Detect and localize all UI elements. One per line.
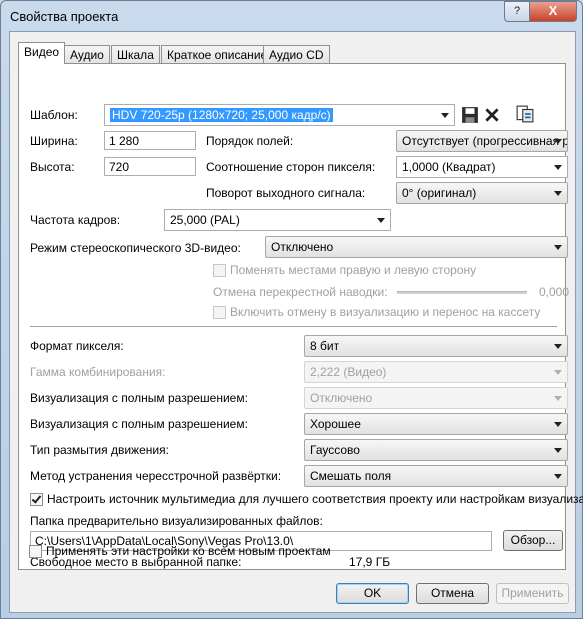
pixel-format-combo[interactable]: 8 бит [304,335,568,357]
rotation-combo[interactable]: 0° (оригинал) [396,182,568,204]
gamma-label: Гамма комбинирования: [30,365,166,379]
apply-button[interactable]: Применить [496,583,569,604]
chevron-down-icon [554,422,562,427]
stereo3d-label: Режим стереоскопического 3D-видео: [30,241,241,255]
frame-rate-combo[interactable]: 25,000 (PAL) [164,209,391,231]
deinterlace-label: Метод устранения чересстрочной развёртки… [30,469,282,483]
tab-video[interactable]: Видео [18,42,66,64]
field-order-value: Отсутствует (прогрессивная р [402,134,568,148]
pixel-format-value: 8 бит [310,339,340,353]
apply-all-label: Применять эти настройки ко всем новым пр… [46,544,331,558]
width-input[interactable]: 1 280 [104,131,196,150]
tab-audio[interactable]: Аудио [64,45,110,64]
delete-icon[interactable] [483,106,501,124]
crosstalk-slider[interactable] [397,291,527,294]
crosstalk-label: Отмена перекрестной наводки: [213,285,388,299]
pixel-format-label: Формат пикселя: [30,339,124,353]
full-res-2-combo[interactable]: Хорошее [304,413,568,435]
tab-summary[interactable]: Краткое описание [161,45,274,64]
gamma-value: 2,222 (Видео) [310,365,387,379]
window-title: Свойства проекта [10,9,119,24]
chevron-down-icon [441,113,449,118]
motion-blur-combo[interactable]: Гауссово [304,439,568,461]
dialog-client: Видео Аудио Шкала Краткое описание Аудио… [9,31,583,613]
full-res-1-value: Отключено [310,391,373,405]
help-button[interactable]: ? [504,1,530,22]
free-space-value: 17,9 ГБ [349,555,391,569]
chevron-down-icon [554,165,562,170]
apply-all-checkbox[interactable] [29,545,42,558]
enable-crosstalk-label: Включить отмену в визуализацию и перенос… [230,305,541,319]
full-res-1-combo[interactable]: Отключено [304,387,568,409]
chevron-down-icon [554,344,562,349]
chevron-down-icon [554,245,562,250]
divider [30,326,557,327]
motion-blur-value: Гауссово [310,443,360,457]
match-media-icon[interactable] [516,105,534,123]
save-icon[interactable] [461,106,479,124]
frame-rate-label: Частота кадров: [30,213,121,227]
chevron-down-icon [554,139,562,144]
full-res-1-label: Визуализация с полным разрешением: [30,391,248,405]
deinterlace-value: Смешать поля [310,469,392,483]
pixel-aspect-value: 1,0000 (Квадрат) [402,160,496,174]
video-tab-panel: Шаблон: HDV 720-25p (1280x720; 25,000 ка… [18,63,583,570]
template-label: Шаблон: [30,108,78,122]
cancel-button[interactable]: Отмена [416,583,489,604]
field-order-combo[interactable]: Отсутствует (прогрессивная р [396,130,568,152]
template-value: HDV 720-25p (1280x720; 25,000 кадр/с) [110,108,333,122]
chevron-down-icon [377,218,385,223]
swap-sides-label: Поменять местами правую и левую сторону [230,263,477,277]
height-label: Высота: [30,160,75,174]
adjust-source-label: Настроить источник мультимедиа для лучше… [47,492,583,506]
stereo3d-combo[interactable]: Отключено [265,236,568,258]
template-combo[interactable]: HDV 720-25p (1280x720; 25,000 кадр/с) [104,104,455,126]
project-properties-window: Свойства проекта ? X Видео Аудио Шкала К… [0,0,583,619]
title-bar: Свойства проекта ? X [1,1,582,31]
adjust-source-checkbox[interactable] [30,493,43,506]
browse-button[interactable]: Обзор... [503,530,563,551]
enable-crosstalk-checkbox[interactable] [213,306,226,319]
gamma-combo[interactable]: 2,222 (Видео) [304,361,568,383]
field-order-label: Порядок полей: [206,134,294,148]
full-res-2-label: Визуализация с полным разрешением: [30,417,248,431]
rotation-label: Поворот выходного сигнала: [206,186,366,200]
ok-button[interactable]: OK [336,583,409,604]
crosstalk-value: 0,000 [539,285,570,299]
rotation-value: 0° (оригинал) [402,186,477,200]
width-label: Ширина: [30,134,78,148]
chevron-down-icon [554,191,562,196]
height-input[interactable]: 720 [104,157,196,176]
tab-audio-cd[interactable]: Аудио CD [263,45,330,64]
prerender-label: Папка предварительно визуализированных ф… [30,514,323,528]
motion-blur-label: Тип размытия движения: [30,443,169,457]
chevron-down-icon [554,448,562,453]
close-button[interactable]: X [529,1,577,22]
chevron-down-icon [554,396,562,401]
deinterlace-combo[interactable]: Смешать поля [304,465,568,487]
chevron-down-icon [554,474,562,479]
chevron-down-icon [554,370,562,375]
tab-ruler[interactable]: Шкала [111,45,160,64]
full-res-2-value: Хорошее [310,417,361,431]
frame-rate-value: 25,000 (PAL) [170,213,240,227]
swap-sides-checkbox[interactable] [213,264,226,277]
stereo3d-value: Отключено [271,240,334,254]
pixel-aspect-label: Соотношение сторон пикселя: [206,160,376,174]
pixel-aspect-combo[interactable]: 1,0000 (Квадрат) [396,156,568,178]
